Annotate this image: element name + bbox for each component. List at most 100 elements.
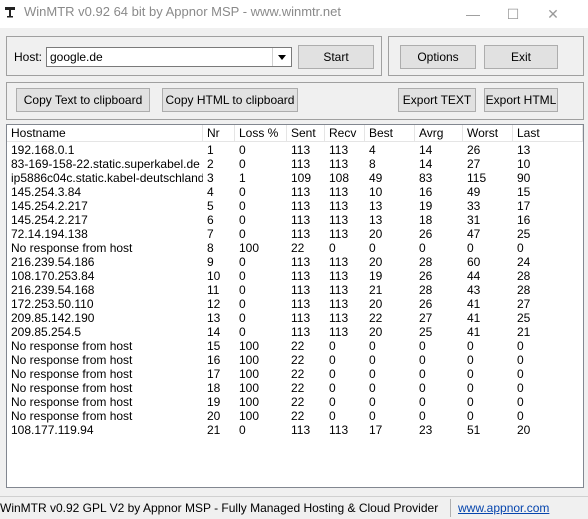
export-html-button[interactable]: Export HTML	[484, 88, 558, 112]
cell-hostname: 83-169-158-22.static.superkabel.de	[11, 157, 200, 171]
cell-sent: 22	[291, 353, 305, 367]
cell-worst: 41	[467, 297, 481, 311]
cell-last: 0	[517, 241, 524, 255]
table-row[interactable]: No response from host 18 100 22 0 0 0 0 0	[7, 381, 583, 395]
options-button[interactable]: Options	[400, 45, 476, 69]
results-table[interactable]: Hostname Nr Loss % Sent Recv Best Avrg Worst Las…	[6, 124, 584, 488]
copy-html-button[interactable]: Copy HTML to clipboard	[162, 88, 298, 112]
cell-recv: 113	[329, 143, 349, 157]
table-row[interactable]: 145.254.2.217 5 0 113 113 13 19 33 17	[7, 199, 583, 213]
cell-last: 0	[517, 381, 524, 395]
cell-loss: 100	[239, 395, 260, 409]
cell-sent: 113	[291, 269, 311, 283]
table-row[interactable]: 145.254.2.217 6 0 113 113 13 18 31 16	[7, 213, 583, 227]
table-row[interactable]: 108.177.119.94 21 0 113 113 17 23 51 20	[7, 423, 583, 437]
cell-hostname: 72.14.194.138	[11, 227, 88, 241]
close-button[interactable]: ✕	[530, 0, 576, 28]
table-row[interactable]: No response from host 8 100 22 0 0 0 0 0	[7, 241, 583, 255]
cell-hostname: 145.254.2.217	[11, 199, 88, 213]
cell-recv: 113	[329, 157, 349, 171]
cell-avrg: 14	[419, 157, 433, 171]
table-row[interactable]: 209.85.142.190 13 0 113 113 22 27 41 25	[7, 311, 583, 325]
table-row[interactable]: 216.239.54.186 9 0 113 113 20 28 60 24	[7, 255, 583, 269]
cell-avrg: 16	[419, 185, 433, 199]
cell-last: 28	[517, 269, 531, 283]
cell-loss: 0	[239, 143, 246, 157]
cell-worst: 60	[467, 255, 481, 269]
column-header-last[interactable]: Last	[513, 125, 583, 141]
column-header-avrg[interactable]: Avrg	[415, 125, 463, 141]
cell-worst: 41	[467, 311, 481, 325]
table-row[interactable]: 172.253.50.110 12 0 113 113 20 26 41 27	[7, 297, 583, 311]
cell-last: 21	[517, 325, 531, 339]
cell-avrg: 26	[419, 269, 433, 283]
cell-loss: 0	[239, 199, 246, 213]
cell-avrg: 0	[419, 353, 426, 367]
cell-best: 8	[369, 157, 376, 171]
table-row[interactable]: No response from host 17 100 22 0 0 0 0 0	[7, 367, 583, 381]
cell-last: 0	[517, 353, 524, 367]
close-icon: ✕	[547, 5, 559, 22]
cell-recv: 113	[329, 297, 349, 311]
column-header-nr[interactable]: Nr	[203, 125, 235, 141]
table-row[interactable]: 108.170.253.84 10 0 113 113 19 26 44 28	[7, 269, 583, 283]
table-row[interactable]: No response from host 19 100 22 0 0 0 0 0	[7, 395, 583, 409]
host-input[interactable]	[47, 48, 269, 66]
cell-loss: 100	[239, 353, 260, 367]
table-row[interactable]: 209.85.254.5 14 0 113 113 20 25 41 21	[7, 325, 583, 339]
cell-sent: 113	[291, 325, 311, 339]
cell-recv: 113	[329, 185, 349, 199]
cell-recv: 113	[329, 283, 349, 297]
column-header-worst[interactable]: Worst	[463, 125, 513, 141]
cell-avrg: 27	[419, 311, 433, 325]
cell-best: 0	[369, 381, 376, 395]
cell-worst: 115	[467, 171, 487, 185]
cell-avrg: 0	[419, 339, 426, 353]
table-row[interactable]: 145.254.3.84 4 0 113 113 10 16 49 15	[7, 185, 583, 199]
cell-recv: 113	[329, 423, 349, 437]
export-text-button[interactable]: Export TEXT	[398, 88, 476, 112]
column-header-recv[interactable]: Recv	[325, 125, 365, 141]
cell-best: 49	[369, 171, 383, 185]
cell-avrg: 0	[419, 241, 426, 255]
column-header-best[interactable]: Best	[365, 125, 415, 141]
cell-avrg: 28	[419, 283, 433, 297]
table-row[interactable]: No response from host 16 100 22 0 0 0 0 0	[7, 353, 583, 367]
column-header-sent[interactable]: Sent	[287, 125, 325, 141]
cell-worst: 49	[467, 185, 481, 199]
cell-avrg: 0	[419, 381, 426, 395]
cell-last: 13	[517, 143, 531, 157]
copy-text-button[interactable]: Copy Text to clipboard	[16, 88, 150, 112]
appnor-link[interactable]: www.appnor.com	[458, 501, 549, 515]
cell-hostname: No response from host	[11, 353, 133, 367]
column-header-hostname[interactable]: Hostname	[7, 125, 203, 141]
table-row[interactable]: No response from host 15 100 22 0 0 0 0 0	[7, 339, 583, 353]
cell-loss: 100	[239, 339, 260, 353]
column-header-loss[interactable]: Loss %	[235, 125, 287, 141]
cell-last: 25	[517, 227, 531, 241]
cell-last: 10	[517, 157, 531, 171]
window-title: WinMTR v0.92 64 bit by Appnor MSP - www.…	[24, 4, 341, 19]
cell-worst: 41	[467, 325, 481, 339]
exit-button[interactable]: Exit	[484, 45, 558, 69]
cell-hostname: No response from host	[11, 395, 133, 409]
cell-nr: 21	[207, 423, 221, 437]
cell-nr: 3	[207, 171, 214, 185]
cell-sent: 113	[291, 199, 311, 213]
start-button[interactable]: Start	[298, 45, 374, 69]
host-combobox[interactable]	[46, 47, 292, 67]
table-row[interactable]: 72.14.194.138 7 0 113 113 20 26 47 25	[7, 227, 583, 241]
cell-avrg: 0	[419, 367, 426, 381]
table-row[interactable]: 83-169-158-22.static.superkabel.de 2 0 113 1…	[7, 157, 583, 171]
cell-worst: 0	[467, 339, 474, 353]
host-dropdown-button[interactable]	[272, 48, 291, 66]
table-row[interactable]: 216.239.54.168 11 0 113 113 21 28 43 28	[7, 283, 583, 297]
table-row[interactable]: 192.168.0.1 1 0 113 113 4 14 26 13	[7, 143, 583, 157]
cell-hostname: 209.85.254.5	[11, 325, 82, 339]
table-row[interactable]: ip5886c04c.static.kabel-deutschland... 3 1…	[7, 171, 583, 185]
cell-avrg: 23	[419, 423, 433, 437]
cell-hostname: 145.254.3.84	[11, 185, 82, 199]
table-row[interactable]: No response from host 20 100 22 0 0 0 0 0	[7, 409, 583, 423]
cell-avrg: 19	[419, 199, 433, 213]
cell-last: 28	[517, 283, 531, 297]
